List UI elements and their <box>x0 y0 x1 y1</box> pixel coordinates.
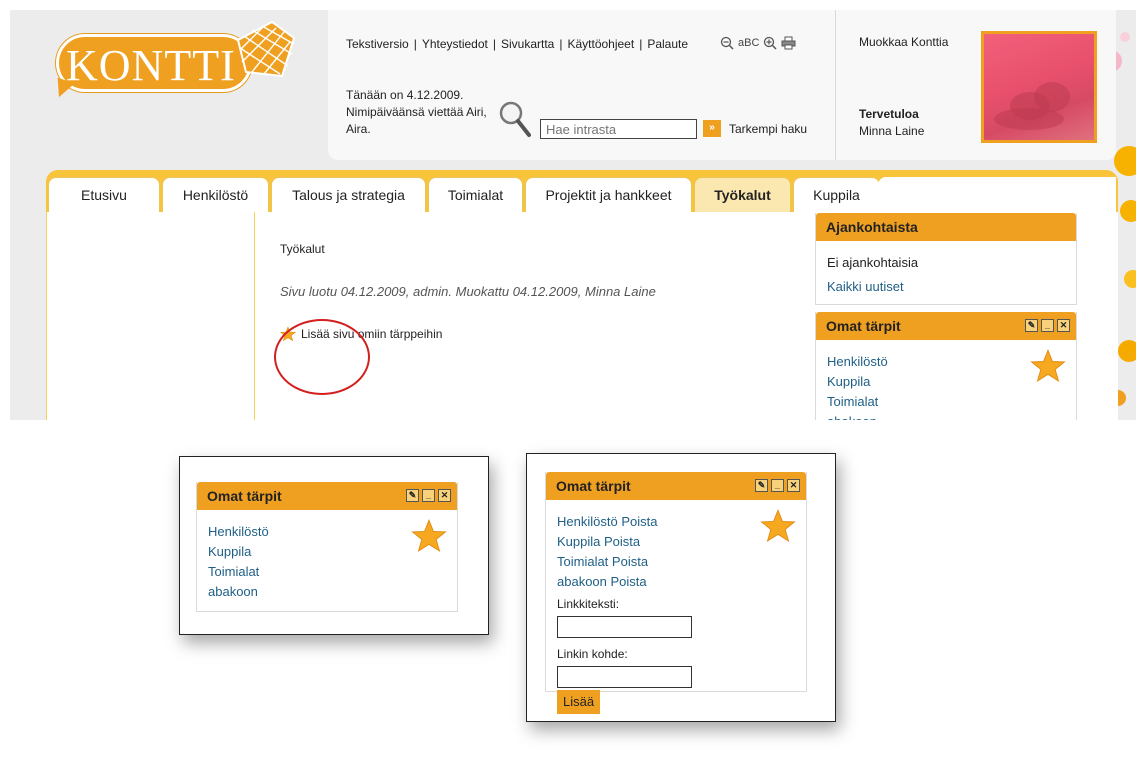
favorite-link[interactable]: Toimialat <box>557 554 608 569</box>
nameday-line-2: Aira. <box>346 122 371 136</box>
favorite-row: Toimialat Poista <box>557 552 795 572</box>
date-info: Tänään on 4.12.2009. Nimipäiväänsä viett… <box>346 87 506 138</box>
nameday-line: Nimipäiväänsä viettää Airi, <box>346 105 487 119</box>
close-widget-icon[interactable]: ✕ <box>1057 319 1070 332</box>
edit-widget-icon[interactable]: ✎ <box>755 479 768 492</box>
page-meta-info: Sivu luotu 04.12.2009, admin. Muokattu 0… <box>280 284 656 299</box>
search-input[interactable] <box>540 119 697 139</box>
link-target-input[interactable] <box>557 666 692 688</box>
magnifier-icon <box>499 101 531 137</box>
tab-toimialat[interactable]: Toimialat <box>428 177 523 212</box>
header-panel: Tekstiversio | Yhteystiedot | Sivukartta | Käy… <box>328 10 1116 160</box>
link-text-label: Linkkiteksti: <box>557 597 620 611</box>
favorite-link[interactable]: abakoon <box>827 412 1065 420</box>
highlight-circle <box>274 319 370 395</box>
news-widget: Ajankohtaista Ei ajankohtaisia Kaikki uu… <box>815 213 1077 305</box>
remove-favorite-link[interactable]: Poista <box>604 534 640 549</box>
edit-widget-icon[interactable]: ✎ <box>406 489 419 502</box>
page-tools: aBC <box>720 36 796 50</box>
favorite-link[interactable]: Henkilöstö <box>557 514 618 529</box>
top-link-textversion[interactable]: Tekstiversio <box>346 37 409 51</box>
tab-kuppila[interactable]: Kuppila <box>793 177 880 212</box>
main-navigation: Etusivu Henkilöstö Talous ja strategia T… <box>48 177 882 212</box>
link-text-input[interactable] <box>557 616 692 638</box>
minimize-widget-icon[interactable]: _ <box>422 489 435 502</box>
favorites-widget-title: Omat tärpit <box>826 318 901 334</box>
column-divider <box>254 212 255 420</box>
logo-text: KONTTI <box>66 41 236 90</box>
tab-bar-empty-area <box>878 177 1116 212</box>
favorite-link[interactable]: abakoon <box>557 574 607 589</box>
favorite-link[interactable]: Kuppila <box>557 534 600 549</box>
favorites-widget-header: Omat tärpit ✎ _ ✕ <box>546 472 806 500</box>
favorites-widget-title: Omat tärpit <box>207 488 282 504</box>
favorite-link[interactable]: abakoon <box>208 582 446 602</box>
tab-talous-ja-strategia[interactable]: Talous ja strategia <box>271 177 426 212</box>
news-widget-title: Ajankohtaista <box>816 213 1076 241</box>
print-icon[interactable] <box>781 36 796 50</box>
top-links: Tekstiversio | Yhteystiedot | Sivukartta | Käy… <box>346 37 689 51</box>
favorites-widget-header: Omat tärpit ✎ _ ✕ <box>197 482 457 510</box>
remove-favorite-link[interactable]: Poista <box>611 574 647 589</box>
welcome-block: Tervetuloa Minna Laine <box>859 106 924 140</box>
edit-widget-icon[interactable]: ✎ <box>1025 319 1038 332</box>
favorites-widget: Omat tärpit ✎ _ ✕ Henkilöstö Kuppila Toi… <box>196 482 458 612</box>
decorative-dot <box>1118 340 1136 362</box>
favorites-edit-mockup: Omat tärpit ✎ _ ✕ Henkilöstö Poista Kupp… <box>526 453 836 722</box>
tab-henkilosto[interactable]: Henkilöstö <box>162 177 269 212</box>
edit-kontti-link[interactable]: Muokkaa Konttia <box>859 35 948 49</box>
zoom-in-icon[interactable] <box>763 36 777 50</box>
top-link-feedback[interactable]: Palaute <box>647 37 688 51</box>
star-icon <box>411 519 447 553</box>
star-icon <box>760 509 796 543</box>
text-size-icon[interactable]: aBC <box>738 37 759 49</box>
add-favorite-button[interactable]: Lisää <box>557 690 601 714</box>
decorative-dot <box>1120 32 1130 42</box>
minimize-widget-icon[interactable]: _ <box>771 479 784 492</box>
logo-net-icon <box>236 20 296 78</box>
decorative-dot <box>1120 200 1136 222</box>
star-icon <box>1030 349 1066 383</box>
top-link-sitemap[interactable]: Sivukartta <box>501 37 554 51</box>
favorites-widget: Omat tärpit ✎ _ ✕ Henkilöstö Kuppila Toi… <box>815 312 1077 420</box>
favorite-row: abakoon Poista <box>557 572 795 592</box>
page-title: Työkalut <box>280 242 325 256</box>
header-divider <box>835 10 836 160</box>
favorites-view-mockup: Omat tärpit ✎ _ ✕ Henkilöstö Kuppila Toi… <box>179 456 489 635</box>
tab-tyokalut[interactable]: Työkalut <box>694 177 791 212</box>
favorite-link[interactable]: Toimialat <box>208 562 446 582</box>
intranet-screenshot: KONTTI Tekstiversio | Yhteystiedot | Sivukar… <box>10 10 1136 420</box>
remove-favorite-link[interactable]: Poista <box>621 514 657 529</box>
tab-projektit-ja-hankkeet[interactable]: Projektit ja hankkeet <box>525 177 692 212</box>
favorites-widget-title: Omat tärpit <box>556 478 631 494</box>
advanced-search-link[interactable]: Tarkempi haku <box>729 122 807 136</box>
top-link-contacts[interactable]: Yhteystiedot <box>422 37 488 51</box>
all-news-link[interactable]: Kaikki uutiset <box>827 275 1065 299</box>
remove-favorite-link[interactable]: Poista <box>612 554 648 569</box>
decorative-dot <box>1124 270 1136 288</box>
close-widget-icon[interactable]: ✕ <box>787 479 800 492</box>
link-target-label: Linkin kohde: <box>557 647 628 661</box>
zoom-out-icon[interactable] <box>720 36 734 50</box>
kontti-logo[interactable]: KONTTI <box>50 18 310 108</box>
favorites-widget-header: Omat tärpit ✎ _ ✕ <box>816 312 1076 340</box>
user-name: Minna Laine <box>859 124 925 138</box>
minimize-widget-icon[interactable]: _ <box>1041 319 1054 332</box>
favorites-edit-widget: Omat tärpit ✎ _ ✕ Henkilöstö Poista Kupp… <box>545 472 807 714</box>
welcome-label: Tervetuloa <box>859 107 919 121</box>
search-submit-button[interactable]: » <box>703 120 721 137</box>
close-widget-icon[interactable]: ✕ <box>438 489 451 502</box>
decorative-dot <box>1114 146 1136 176</box>
date-line: Tänään on 4.12.2009. <box>346 88 464 102</box>
favorite-link[interactable]: Toimialat <box>827 392 1065 412</box>
tab-etusivu[interactable]: Etusivu <box>48 177 160 212</box>
top-link-help[interactable]: Käyttöohjeet <box>567 37 634 51</box>
user-avatar[interactable] <box>981 31 1097 143</box>
news-empty-text: Ei ajankohtaisia <box>827 255 919 270</box>
